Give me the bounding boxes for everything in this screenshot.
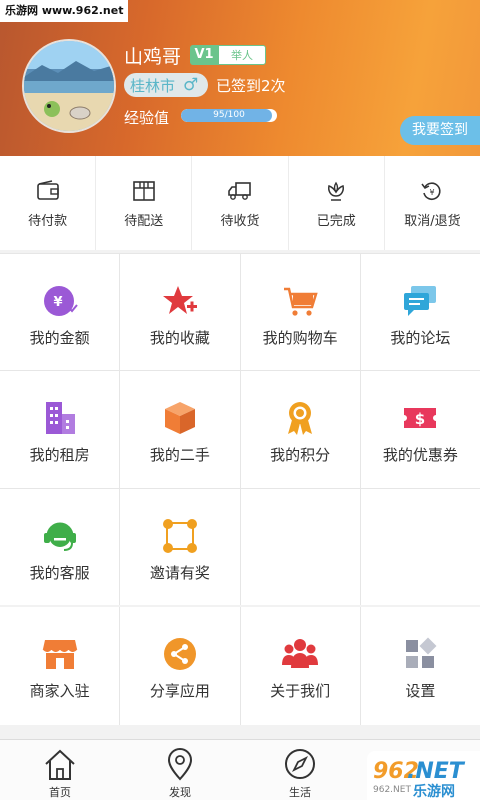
menu-label: 关于我们 (270, 682, 331, 700)
menu-label: 我的客服 (29, 563, 90, 582)
menu-label: 邀请有奖 (149, 563, 210, 582)
city-label: 桂林市 (130, 76, 176, 95)
tab-life[interactable]: 生活 (240, 740, 360, 800)
menu-my-balance[interactable]: ¥ 我的金额 (0, 254, 120, 371)
order-status-bar: 待付款 待配送 待收货 已完成 ¥ 取消/退货 (0, 156, 480, 250)
menu-my-coupons[interactable]: $ 我的优惠券 (360, 371, 480, 488)
svg-text:¥: ¥ (430, 188, 435, 197)
team-icon (282, 639, 319, 668)
menu-label: 设置 (405, 682, 436, 700)
svg-text:¥: ¥ (53, 295, 62, 310)
avatar-image (24, 41, 114, 131)
order-pending-payment[interactable]: 待付款 (0, 156, 97, 250)
flower-icon (328, 181, 345, 201)
menu-customer-service[interactable]: 我的客服 (0, 488, 120, 605)
exp-value: 95/100 (213, 110, 245, 120)
svg-text:$: $ (415, 410, 425, 428)
menu-my-favorites[interactable]: 我的收藏 (120, 254, 240, 371)
headset-icon (43, 522, 76, 551)
watermark-text: 乐游网 www.962.net (0, 0, 129, 22)
menu-label: 我的租房 (29, 446, 90, 465)
money-icon: ¥ (43, 286, 78, 316)
menu-label: 我的积分 (270, 446, 331, 465)
menu-label: 商家入驻 (29, 682, 90, 700)
menu-label: 分享应用 (149, 682, 210, 700)
wallet-icon (36, 180, 59, 200)
order-pending-delivery[interactable]: 待配送 (96, 156, 193, 250)
order-label: 已完成 (316, 214, 356, 229)
order-label: 取消/退货 (404, 214, 461, 229)
menu-settings[interactable]: 设置 (360, 607, 480, 725)
star-icon (162, 286, 197, 314)
menu-my-forum[interactable]: 我的论坛 (360, 254, 480, 371)
menu-label: 我的收藏 (149, 329, 210, 347)
forum-icon (404, 286, 437, 316)
menu-label: 我的购物车 (262, 329, 338, 347)
building-icon (45, 402, 75, 435)
rank-badge: 举人 (218, 45, 266, 65)
order-label: 待收货 (220, 214, 260, 229)
tab-home[interactable]: 首页 (0, 740, 120, 800)
tab-label: 首页 (49, 786, 71, 799)
exp-progress-bar: 95/100 (181, 109, 277, 122)
exp-label: 经验值 (124, 109, 170, 127)
order-cancel-refund[interactable]: ¥ 取消/退货 (385, 156, 480, 250)
logo-site-name: 乐游网 (413, 784, 455, 800)
location-icon (167, 748, 193, 781)
menu-label: 我的金额 (29, 329, 90, 347)
menu-share-app[interactable]: 分享应用 (120, 607, 240, 725)
signin-button[interactable]: 我要签到 (400, 116, 480, 145)
profile-header: 乐游网 www.962.net 山鸡哥 V1 举人 桂林市 ♂ 已签到2次 经验… (0, 0, 480, 156)
order-pending-receipt[interactable]: 待收货 (192, 156, 289, 250)
medal-icon (288, 402, 313, 436)
tab-label: 发现 (169, 786, 191, 799)
order-completed[interactable]: 已完成 (289, 156, 385, 250)
compass-icon (285, 749, 315, 779)
location-pill: 桂林市 ♂ (124, 73, 208, 97)
app: 乐游网 www.962.net 山鸡哥 V1 举人 桂林市 ♂ 已签到2次 经验… (0, 0, 480, 800)
male-gender-icon: ♂ (183, 75, 199, 95)
menu-label: 我的二手 (149, 446, 210, 465)
level-badge: V1 (190, 45, 218, 65)
order-label: 待配送 (124, 214, 164, 229)
username: 山鸡哥 (124, 46, 182, 68)
coupon-icon: $ (404, 408, 437, 429)
shop-icon (42, 640, 78, 669)
empty-cell (360, 488, 480, 605)
feature-grid: ¥ 我的金额 我的收藏 我的购物车 我的论坛 我的租房 我的二手 我的积分 $ … (0, 253, 480, 605)
logo-domain: 962.NET (373, 785, 411, 795)
tab-discover[interactable]: 发现 (120, 740, 240, 800)
checkin-count: 已签到2次 (216, 77, 286, 95)
menu-my-cart[interactable]: 我的购物车 (240, 254, 360, 371)
menu-merchant-join[interactable]: 商家入驻 (0, 607, 120, 725)
menu-about-us[interactable]: 关于我们 (240, 607, 360, 725)
truck-icon (228, 182, 251, 200)
avatar[interactable] (22, 39, 116, 133)
cart-icon (284, 287, 318, 316)
refund-icon: ¥ (421, 182, 441, 200)
settings-icon (406, 637, 437, 668)
share-icon (163, 638, 196, 670)
home-icon (45, 749, 75, 780)
menu-label: 我的论坛 (390, 329, 451, 347)
site-logo-watermark: 962 .NET 乐游网 962.NET (367, 751, 480, 800)
menu-my-points[interactable]: 我的积分 (240, 371, 360, 488)
more-grid: 商家入驻 分享应用 关于我们 设置 (0, 607, 480, 725)
menu-label: 我的优惠券 (382, 446, 458, 465)
order-label: 待付款 (28, 214, 68, 229)
empty-cell (240, 488, 360, 605)
box-icon (164, 402, 195, 435)
menu-invite-reward[interactable]: 邀请有奖 (120, 488, 240, 605)
tab-label: 生活 (289, 786, 311, 799)
menu-my-secondhand[interactable]: 我的二手 (120, 371, 240, 488)
network-icon (162, 518, 197, 553)
menu-my-rental[interactable]: 我的租房 (0, 371, 120, 488)
package-icon (132, 181, 155, 201)
